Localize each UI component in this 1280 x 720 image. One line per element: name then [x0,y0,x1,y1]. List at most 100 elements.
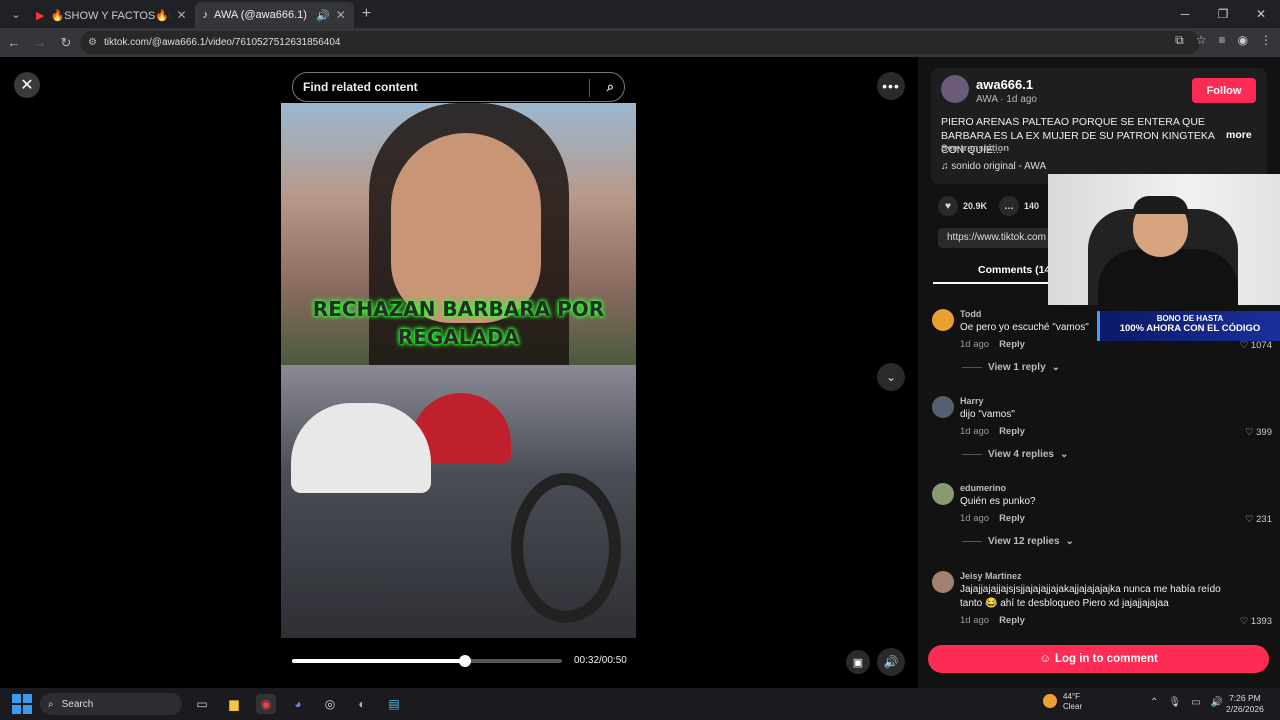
view-replies-label: View 4 replies [988,449,1054,460]
restore-button[interactable]: ❐ [1204,0,1242,28]
video-figure-white-cap [291,403,431,493]
reload-button[interactable]: ↻ [54,35,78,51]
search-placeholder: Find related content [303,80,418,94]
forward-button[interactable]: → [28,35,52,50]
like-button[interactable]: ♥ 20.9K [938,196,987,216]
progress-handle[interactable] [458,655,471,667]
bookmark-star-icon[interactable]: ☆ [1196,33,1207,48]
related-search-input[interactable]: Find related content ⌕ [292,72,625,102]
description-more-link[interactable]: more [1226,129,1252,141]
view-replies-button[interactable]: View 4 replies ⌄ [962,449,1068,460]
comment-like-count: 231 [1256,514,1272,525]
commenter-avatar[interactable] [932,309,954,331]
music-note-icon: ♫ [941,161,952,172]
reply-button[interactable]: Reply [999,426,1025,437]
follow-button[interactable]: Follow [1192,78,1256,103]
close-tab-icon[interactable]: ✕ [176,8,186,22]
reply-button[interactable]: Reply [999,615,1025,626]
speaker-icon[interactable]: 🔊 [1211,697,1223,708]
site-info-icon[interactable]: ⚙ [88,37,97,48]
taskbar-search[interactable]: ⌕ Search [40,693,182,715]
tab-search-button[interactable]: ⌄ [4,4,28,24]
volume-button[interactable]: 🔊 [877,648,905,676]
obs-icon[interactable]: ◎ [320,694,340,714]
video-player[interactable]: RECHAZAN BARBARA POR REGALADA [281,103,636,638]
comment-meta: 1d ago Reply [960,513,1025,524]
comment-like[interactable]: ♡ 1074 [1240,340,1272,351]
commenter-name[interactable]: edumerino [960,483,1006,493]
tray-chevron-icon[interactable]: ⌃ [1150,697,1158,708]
tab-underline [933,282,1053,284]
close-icon: ✕ [20,77,34,94]
close-video-button[interactable]: ✕ [14,72,40,98]
toolbar-actions: ⧉ ☆ ≡ ◉ ⋮ [1175,33,1272,48]
author-subline: AWA · 1d ago [976,94,1037,105]
weather-widget[interactable]: 44°F Clear [1043,692,1082,712]
url-field[interactable]: ⚙ tiktok.com/@awa666.1/video/76105275126… [80,31,1200,54]
author-avatar[interactable] [941,75,969,103]
picture-in-picture-icon: ▣ [852,656,864,669]
media-control-icon[interactable]: ≡ [1219,33,1226,48]
comments-tab[interactable]: Comments (140 [978,264,1048,276]
video-progress-bar[interactable] [292,655,562,667]
login-to-comment-button[interactable]: ☺ Log in to comment [928,645,1269,673]
browser-tab-bar: ⌄ ▶ 🔥SHOW Y FACTOS🔥KINGTE ✕ ♪ AWA (@awa6… [0,0,1280,28]
search-icon: ⌕ [48,698,54,710]
close-tab-icon[interactable]: ✕ [336,8,346,22]
steam-icon[interactable]: ◐ [352,694,372,714]
microphone-icon[interactable]: 🎙 [1168,697,1181,708]
more-options-button[interactable]: ••• [877,72,905,100]
reply-button[interactable]: Reply [999,513,1025,524]
promo-banner: BONO DE HASTA 100% AHORA CON EL CÓDIGO [1097,311,1280,341]
reply-button[interactable]: Reply [999,339,1025,350]
commenter-name[interactable]: Todd [960,309,981,319]
view-replies-button[interactable]: View 1 reply ⌄ [962,362,1060,373]
close-window-button[interactable]: ✕ [1242,0,1280,28]
chevron-down-icon: ⌄ [1065,536,1074,547]
comment-meta: 1d ago Reply [960,339,1025,350]
commenter-avatar[interactable] [932,571,954,593]
caption-line-1: RECHAZAN BARBARA POR [312,297,605,321]
sound-link[interactable]: ♫ sonido original - AWA [941,161,1046,172]
comment-item: Harry dijo "vamos" 1d ago Reply ♡ 399 Vie… [932,396,1272,460]
next-video-button[interactable]: ⌄ [877,363,905,391]
commenter-name[interactable]: Jeisy Martinez [960,571,1022,581]
comment-button[interactable]: … 140 [999,196,1039,216]
taskbar-clock[interactable]: 7:26 PM 2/26/2026 [1226,693,1264,715]
comment-like[interactable]: ♡ 399 [1245,427,1272,438]
commenter-avatar[interactable] [932,396,954,418]
author-username[interactable]: awa666.1 [976,77,1033,92]
search-icon[interactable]: ⌕ [607,79,614,95]
profile-icon[interactable]: ◉ [1238,33,1248,48]
minimize-button[interactable]: ─ [1166,0,1204,28]
display-icon[interactable]: ▭ [1191,697,1200,708]
commenter-avatar[interactable] [932,483,954,505]
clock-date: 2/26/2026 [1226,704,1264,714]
back-button[interactable]: ← [2,35,26,50]
tab-show-y-factos[interactable]: ▶ 🔥SHOW Y FACTOS🔥KINGTE ✕ [28,2,195,28]
commenter-name[interactable]: Harry [960,396,984,406]
menu-icon[interactable]: ⋮ [1260,33,1272,48]
copy-link-field[interactable]: https://www.tiktok.com [938,228,1058,248]
comment-time: 1d ago [960,615,990,626]
comment-like[interactable]: ♡ 231 [1245,514,1272,525]
chrome-icon[interactable]: ◉ [256,694,276,714]
comment-time: 1d ago [960,339,990,350]
notepad-icon[interactable]: ▤ [384,694,404,714]
new-tab-button[interactable]: + [362,5,371,23]
pip-button[interactable]: ▣ [846,650,870,674]
tab-tiktok[interactable]: ♪ AWA (@awa666.1) | TikTok 🔊 ✕ [194,2,354,28]
heart-outline-icon: ♡ [1244,427,1257,438]
discord-icon[interactable]: ◕ [288,694,308,714]
see-translation-link[interactable]: See translation [941,143,1009,154]
comment-icon: … [999,196,1020,216]
taskbar-apps: ▭ ▆ ◉ ◕ ◎ ◐ ▤ [192,694,404,714]
window-controls: ─ ❐ ✕ [1166,0,1280,28]
windows-start-icon[interactable] [12,694,32,714]
task-view-icon[interactable]: ▭ [192,694,212,714]
comment-like[interactable]: ♡ 1393 [1240,616,1272,627]
view-replies-button[interactable]: View 12 replies ⌄ [962,536,1074,547]
install-app-icon[interactable]: ⧉ [1175,33,1184,48]
speaker-icon[interactable]: 🔊 [316,9,330,22]
file-explorer-icon[interactable]: ▆ [224,694,244,714]
